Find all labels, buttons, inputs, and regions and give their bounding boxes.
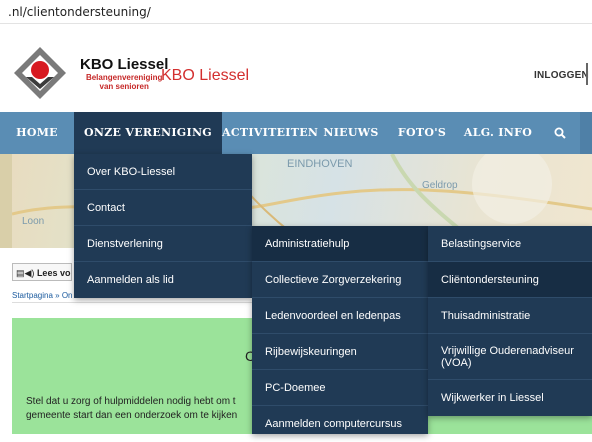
hero-edge (0, 154, 12, 248)
logo-subtitle-1: Belangenvereniging (85, 73, 163, 82)
map-label-geldrop: Geldrop (422, 180, 458, 191)
breadcrumb-divider (12, 302, 262, 303)
speaker-icon: ▤◀) (16, 268, 35, 278)
menu-item-aanmelden-computercursus[interactable]: Aanmelden computercursus (252, 406, 428, 442)
url-text: .nl/clientondersteuning/ (8, 5, 151, 19)
intro-line-2: gemeente start dan een onderzoek om te k… (26, 410, 238, 421)
nav-item-nieuws[interactable]: NIEUWS (314, 112, 388, 154)
menu-item-belastingservice[interactable]: Belastingservice (428, 226, 592, 262)
menu-item-aanmelden-lid[interactable]: Aanmelden als lid (74, 262, 252, 298)
intro-text: Stel dat u zorg of hulpmiddelen nodig he… (26, 395, 256, 423)
nav-search-button[interactable] (540, 112, 580, 154)
menu-item-collectieve-zorgverzekering[interactable]: Collectieve Zorgverzekering (252, 262, 428, 298)
menu-item-administratiehulp[interactable]: Administratiehulp (252, 226, 428, 262)
readspeaker-label: Lees vo (36, 268, 71, 278)
logo-text[interactable]: KBO Liessel Belangenvereniging van senio… (80, 56, 169, 92)
nav-item-home[interactable]: HOME (0, 112, 74, 154)
logo-subtitle-2: van senioren (99, 82, 149, 91)
logo-title: KBO Liessel (80, 56, 169, 73)
map-label-loon: Loon (22, 216, 45, 227)
nav-item-onze-vereniging[interactable]: ONZE VERENIGING (74, 112, 222, 154)
menu-item-clientondersteuning[interactable]: Cliëntondersteuning (428, 262, 592, 298)
menu-item-over-kbo[interactable]: Over KBO-Liessel (74, 154, 252, 190)
breadcrumb[interactable]: Startpagina » On (12, 291, 72, 300)
menu-item-vrijwillige-ouderenadviseur[interactable]: Vrijwillige Ouderenadviseur (VOA) (428, 334, 592, 380)
dropdown-administratiehulp: Belastingservice Cliëntondersteuning Thu… (428, 226, 592, 416)
menu-item-thuisadministratie[interactable]: Thuisadministratie (428, 298, 592, 334)
menu-item-wijkwerker[interactable]: Wijkwerker in Liessel (428, 380, 592, 416)
menu-item-contact[interactable]: Contact (74, 190, 252, 226)
login-link[interactable]: INLOGGEN (534, 70, 589, 81)
nav-item-activiteiten[interactable]: ACTIVITEITEN (222, 112, 318, 154)
dropdown-dienstverlening: Administratiehulp Collectieve Zorgverzek… (252, 226, 428, 434)
kbo-logo-icon[interactable] (12, 45, 68, 101)
nav-item-fotos[interactable]: FOTO'S (388, 112, 456, 154)
intro-line-1: Stel dat u zorg of hulpmiddelen nodig he… (26, 396, 236, 407)
menu-item-rijbewijskeuringen[interactable]: Rijbewijskeuringen (252, 334, 428, 370)
site-title[interactable]: KBO Liessel (161, 67, 249, 85)
nav-item-alg-info[interactable]: ALG. INFO (456, 112, 540, 154)
menu-item-dienstverlening[interactable]: Dienstverlening (74, 226, 252, 262)
dropdown-onze-vereniging: Over KBO-Liessel Contact Dienstverlening… (74, 154, 252, 298)
address-bar[interactable]: .nl/clientondersteuning/ (0, 0, 592, 24)
readspeaker-button[interactable]: ▤◀) Lees vo (12, 263, 72, 281)
header-divider (586, 63, 588, 85)
map-label-eindhoven: EINDHOVEN (287, 158, 353, 170)
nav-edge (580, 112, 592, 154)
menu-item-ledenvoordeel[interactable]: Ledenvoordeel en ledenpas (252, 298, 428, 334)
menu-item-pc-doemee[interactable]: PC-Doemee (252, 370, 428, 406)
search-icon (554, 127, 566, 139)
